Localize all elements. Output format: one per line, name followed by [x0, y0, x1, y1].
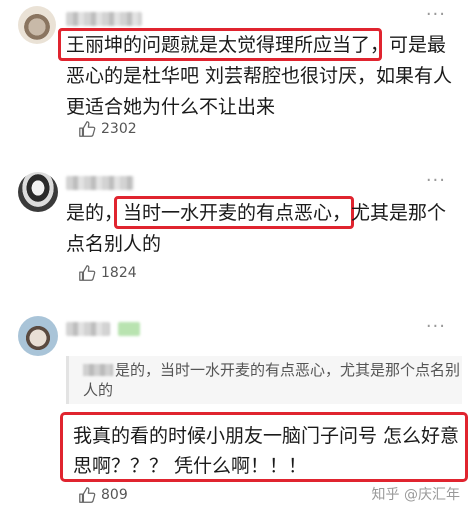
- thumbs-up-icon: [79, 121, 96, 137]
- like-button[interactable]: 1824: [78, 264, 137, 282]
- avatar[interactable]: [18, 316, 58, 356]
- like-button[interactable]: 2302: [78, 120, 137, 138]
- like-count: 1824: [101, 265, 137, 281]
- avatar[interactable]: [18, 6, 56, 44]
- comment-text: 我真的看的时候小朋友一脑门子问号 怎么好意思啊？？？ 凭什么啊！！！: [73, 425, 460, 477]
- like-count: 2302: [101, 121, 137, 137]
- quoted-reply: 是的，当时一水开麦的有点恶心，尤其是那个点名别人的: [66, 356, 462, 404]
- thumbs-up-icon: [79, 487, 96, 503]
- more-dots-icon[interactable]: ···: [426, 4, 446, 25]
- comment-text: 王丽坤的问题就是太觉得理所应当了，可是最恶心的是杜华吧 刘芸帮腔也很讨厌，如果有…: [66, 34, 453, 118]
- username-blurred[interactable]: [66, 322, 110, 336]
- watermark: 知乎 @庆汇年: [371, 487, 460, 503]
- quoted-text: 是的，当时一水开麦的有点恶心，尤其是那个点名别人的: [83, 361, 461, 399]
- comment-text: 是的，当时一水开麦的有点恶心，尤其是那个点名别人的: [66, 202, 447, 255]
- thumbs-up-icon: [79, 265, 96, 281]
- more-dots-icon[interactable]: ···: [426, 170, 446, 191]
- highlight-box: 我真的看的时候小朋友一脑门子问号 怎么好意思啊？？？ 凭什么啊！！！: [60, 412, 468, 482]
- username-blurred[interactable]: [66, 12, 142, 26]
- like-count: 809: [101, 487, 128, 503]
- quoted-username-blurred: [83, 364, 113, 376]
- username-blurred[interactable]: [66, 176, 134, 190]
- user-badge-blurred: [118, 322, 140, 336]
- more-dots-icon[interactable]: ···: [426, 316, 446, 337]
- avatar[interactable]: [18, 172, 58, 212]
- like-button[interactable]: 809: [78, 486, 128, 504]
